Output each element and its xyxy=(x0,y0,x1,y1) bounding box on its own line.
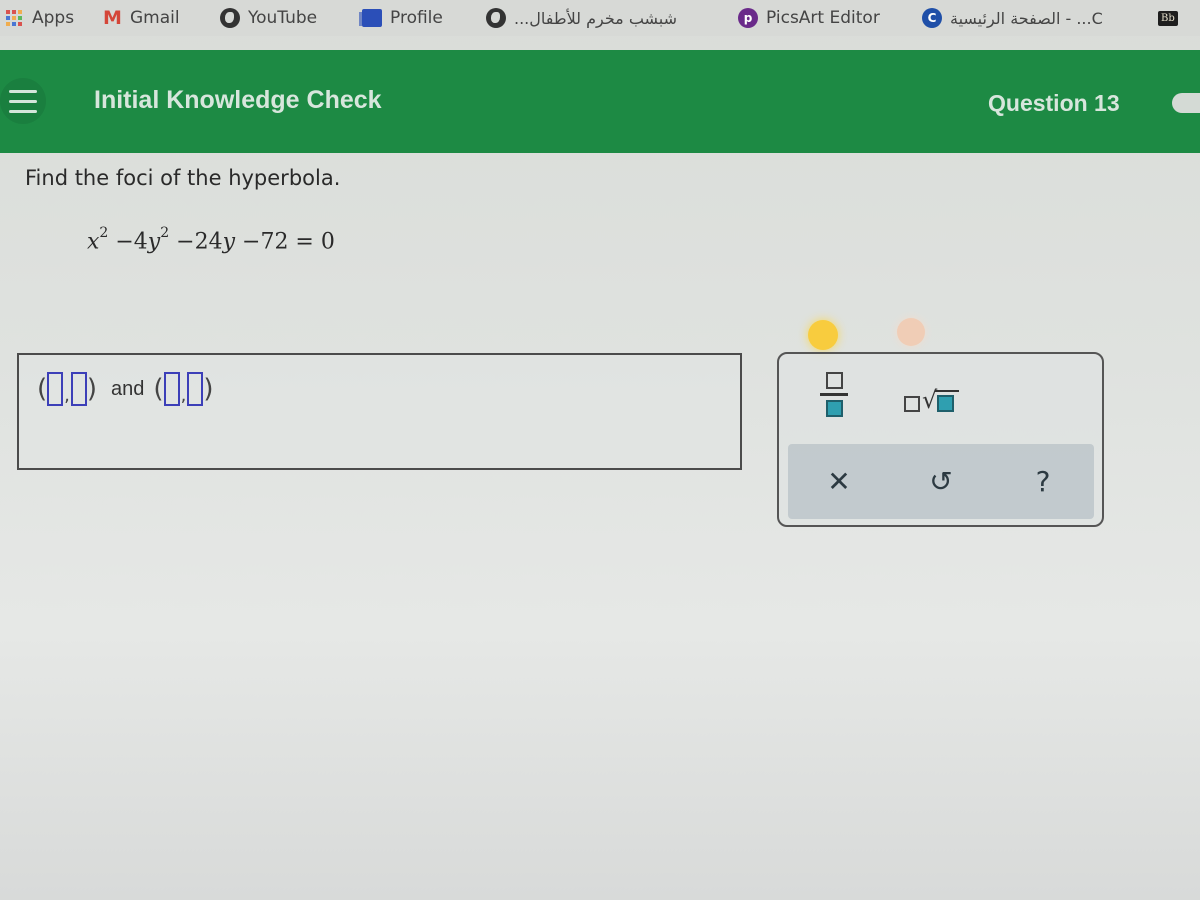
fraction-icon-numerator xyxy=(825,372,843,389)
focus2-y-input[interactable] xyxy=(187,372,204,406)
nth-root-tool-button[interactable]: √ xyxy=(904,382,960,412)
bookmark-label: Apps xyxy=(32,8,75,28)
eq-exponent: 2 xyxy=(99,225,109,241)
bookmark-homepage[interactable]: C الصفحة الرئيسية - ...C xyxy=(922,6,1103,30)
bookmark-label: YouTube xyxy=(248,8,318,28)
apps-grid-icon xyxy=(4,8,24,28)
question-number: Question 13 xyxy=(988,90,1120,116)
bookmark-blackboard[interactable]: Bb xyxy=(1158,6,1178,30)
undo-icon[interactable]: ↺ xyxy=(921,462,961,502)
comma: , xyxy=(180,385,187,406)
bookmark-youtube[interactable]: YouTube xyxy=(220,6,317,30)
eq-coefficient: −24 xyxy=(176,229,223,255)
bookmark-label: شبشب مخرم للأطفال... xyxy=(514,8,678,28)
hyperbola-equation: x2 −4y2 −24y −72 = 0 xyxy=(87,225,335,255)
c-icon: C xyxy=(922,8,942,28)
bookmark-label: Profile xyxy=(390,8,443,28)
hamburger-icon-line xyxy=(9,89,37,93)
profile-icon xyxy=(359,9,382,27)
root-icon-index xyxy=(904,396,920,412)
answer-area[interactable]: ( , ) and ( , ) xyxy=(17,353,742,470)
eq-var-y: y xyxy=(222,229,236,255)
clear-icon[interactable]: ✕ xyxy=(819,462,859,502)
bookmark-gmail[interactable]: M Gmail xyxy=(102,6,180,30)
math-toolbox: √ ✕ ↺ ? xyxy=(777,352,1104,527)
picsart-icon: p xyxy=(738,8,758,28)
bookmark-profile[interactable]: Profile xyxy=(359,6,443,30)
open-paren: ( xyxy=(37,374,48,404)
hamburger-icon-line xyxy=(9,109,37,113)
question-navigator-button[interactable] xyxy=(1172,93,1200,113)
question-prompt: Find the foci of the hyperbola. xyxy=(25,166,341,190)
eq-exponent: 2 xyxy=(160,225,170,241)
eq-coefficient: −4 xyxy=(115,229,148,255)
eq-var-y: y xyxy=(147,229,161,255)
bookmark-label: PicsArt Editor xyxy=(766,8,880,28)
bookmark-label: الصفحة الرئيسية - ...C xyxy=(950,8,1103,28)
bookmark-label: Gmail xyxy=(130,8,180,28)
comma: , xyxy=(64,385,70,406)
screen-glare xyxy=(897,318,925,346)
eq-var-x: x xyxy=(87,229,100,255)
foci-answer-row: ( , ) and ( , ) xyxy=(37,372,213,406)
fraction-icon-denominator xyxy=(825,400,843,417)
bookmark-picsart[interactable]: p PicsArt Editor xyxy=(738,6,880,30)
focus1-x-input[interactable] xyxy=(47,372,64,406)
bookmark-apps[interactable]: Apps xyxy=(4,6,74,30)
menu-button[interactable] xyxy=(0,78,46,124)
help-icon[interactable]: ? xyxy=(1023,462,1063,502)
blackboard-icon: Bb xyxy=(1158,10,1178,26)
hamburger-icon-line xyxy=(9,99,37,103)
top-bar: Initial Knowledge Check Question 13 xyxy=(0,50,1200,153)
page-title: Initial Knowledge Check xyxy=(94,86,382,114)
toolbox-actions: ✕ ↺ ? xyxy=(788,444,1094,519)
focus2-x-input[interactable] xyxy=(163,372,180,406)
fraction-tool-button[interactable] xyxy=(814,372,854,422)
screen-glare xyxy=(808,320,838,350)
fraction-icon-bar xyxy=(820,393,848,396)
root-icon-radicand xyxy=(935,390,960,412)
eq-constant: −72 = 0 xyxy=(242,229,335,255)
focus1-y-input[interactable] xyxy=(70,372,87,406)
bookmarks-bar: Apps M Gmail YouTube Profile شبشب مخرم ل… xyxy=(0,0,1200,36)
bookmark-arabic-store[interactable]: شبشب مخرم للأطفال... xyxy=(486,6,677,30)
globe-icon xyxy=(486,8,506,28)
globe-icon xyxy=(220,8,240,28)
close-paren: ) xyxy=(203,374,214,404)
gmail-icon: M xyxy=(103,7,122,29)
and-label: and xyxy=(111,377,145,400)
close-paren: ) xyxy=(86,374,98,404)
open-paren: ( xyxy=(153,374,164,404)
